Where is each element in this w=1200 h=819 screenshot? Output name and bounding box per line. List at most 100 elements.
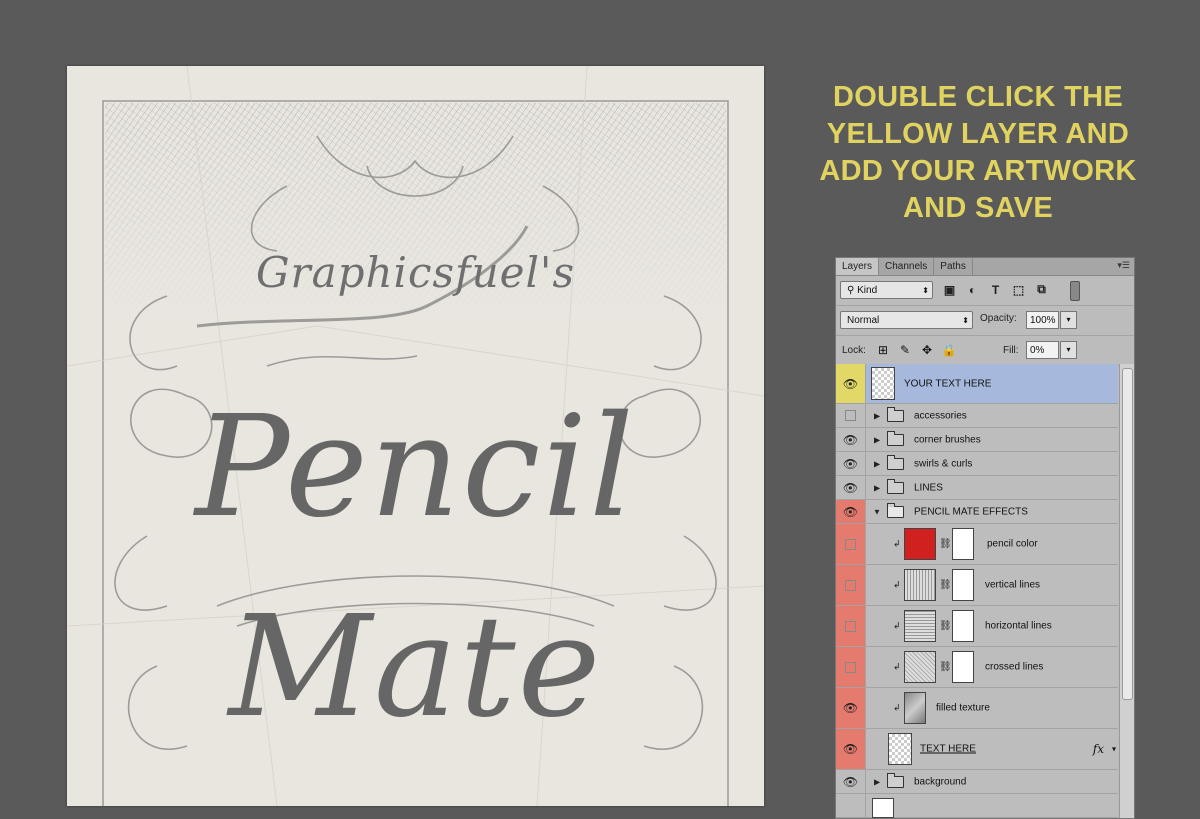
blend-mode-value: Normal — [847, 315, 880, 326]
eye-icon: 👁 — [842, 742, 859, 756]
layer-mask-thumbnail[interactable] — [952, 651, 974, 683]
pixel-filter-icon[interactable]: ▣ — [943, 283, 956, 297]
poster-canvas: Graphicsfuel's Pencil Mate — [67, 66, 764, 806]
hidden-box-icon — [845, 579, 856, 591]
expand-caret-icon[interactable]: ▶ — [874, 435, 880, 444]
layer-visibility-toggle[interactable]: 👁 — [836, 364, 866, 403]
texture-thumbnail[interactable] — [904, 692, 926, 724]
layer-your-text-here[interactable]: 👁 YOUR TEXT HERE — [836, 364, 1118, 404]
lock-brush-icon[interactable]: ✎ — [898, 343, 912, 357]
layer-pencil-color[interactable]: ↲ ⛓ pencil color — [836, 524, 1118, 565]
pattern-thumbnail[interactable] — [904, 569, 936, 601]
search-icon: ⚲ — [847, 285, 858, 296]
layer-visibility-toggle[interactable]: 👁 — [836, 452, 866, 475]
layer-mask-thumbnail[interactable] — [952, 610, 974, 642]
layer-visibility-toggle[interactable]: 👁 — [836, 770, 866, 793]
folder-icon — [887, 478, 904, 494]
fill-color-thumbnail[interactable] — [904, 528, 936, 560]
expand-caret-icon[interactable]: ▶ — [874, 411, 880, 420]
opacity-dropdown-icon[interactable]: ▾ — [1060, 311, 1077, 329]
layer-crossed-lines[interactable]: ↲ ⛓ crossed lines — [836, 647, 1118, 688]
filter-kind-select[interactable]: ⚲ Kind ⬍ — [840, 281, 933, 299]
smart-object-thumbnail — [871, 367, 895, 400]
layer-visibility-toggle[interactable] — [836, 565, 866, 605]
layer-accessories[interactable]: ▶ accessories — [836, 404, 1118, 428]
layer-visibility-toggle[interactable]: 👁 — [836, 688, 866, 728]
link-chain-icon[interactable]: ⛓ — [939, 662, 952, 673]
opacity-input[interactable]: 100% — [1026, 311, 1059, 329]
layer-visibility-toggle[interactable] — [836, 404, 866, 427]
lock-all-icon[interactable]: 🔒 — [942, 343, 957, 357]
type-filter-icon[interactable]: T — [989, 283, 1002, 297]
layer-thumbnail — [872, 798, 894, 818]
blend-mode-select[interactable]: Normal ⬍ — [840, 311, 973, 329]
layer-name: swirls & curls — [914, 458, 973, 469]
collapse-caret-icon[interactable]: ▼ — [873, 507, 881, 516]
eye-icon: 👁 — [842, 480, 859, 495]
layer-visibility-toggle[interactable]: 👁 — [836, 729, 866, 769]
poster-title-line2: Mate — [228, 586, 603, 749]
poster-title-line1: Pencil — [195, 386, 636, 549]
tab-channels[interactable]: Channels — [879, 258, 935, 275]
fx-icon[interactable]: fx — [1093, 742, 1104, 756]
layer-background[interactable]: 👁 ▶ background — [836, 770, 1118, 794]
layers-scrollbar[interactable] — [1119, 364, 1134, 818]
layer-visibility-toggle[interactable] — [836, 606, 866, 646]
lock-icons: ⊞ ✎ ✥ 🔒 — [876, 343, 957, 357]
layer-name: accessories — [914, 410, 967, 421]
shape-filter-icon[interactable]: ⬚ — [1012, 283, 1025, 297]
panel-menu-icon[interactable]: ▾☰ — [1117, 260, 1130, 271]
chevron-down-icon[interactable]: ▾ — [1112, 745, 1116, 754]
lock-row: Lock: ⊞ ✎ ✥ 🔒 Fill: 0% ▾ — [836, 336, 1134, 366]
link-chain-icon[interactable]: ⛓ — [939, 621, 952, 632]
filter-row: ⚲ Kind ⬍ ▣ ◐ T ⬚ ⧉ — [836, 276, 1134, 306]
open-folder-icon — [887, 502, 904, 518]
tab-layers[interactable]: Layers — [836, 258, 880, 275]
layer-name: background — [914, 776, 967, 787]
expand-caret-icon[interactable]: ▶ — [874, 459, 880, 468]
link-chain-icon[interactable]: ⛓ — [939, 539, 952, 550]
layer-text-here[interactable]: 👁 TEXT HERE fx ▾ — [836, 729, 1118, 770]
layer-corner-brushes[interactable]: 👁 ▶ corner brushes — [836, 428, 1118, 452]
link-chain-icon[interactable]: ⛓ — [939, 580, 952, 591]
layer-name: PENCIL MATE EFFECTS — [914, 506, 1028, 517]
smart-object-filter-icon[interactable]: ⧉ — [1035, 282, 1048, 296]
folder-icon — [887, 406, 904, 422]
pattern-thumbnail[interactable] — [904, 610, 936, 642]
fill-input[interactable]: 0% — [1026, 341, 1059, 359]
filter-toggle[interactable] — [1070, 281, 1080, 301]
layer-pencil-mate-effects[interactable]: 👁 ▼ PENCIL MATE EFFECTS — [836, 500, 1118, 524]
layer-visibility-toggle[interactable]: 👁 — [836, 500, 866, 523]
layer-name: pencil color — [987, 538, 1038, 550]
layer-visibility-toggle[interactable] — [836, 647, 866, 687]
layer-horizontal-lines[interactable]: ↲ ⛓ horizontal lines — [836, 606, 1118, 647]
folder-icon — [887, 430, 904, 446]
layer-visibility-toggle[interactable]: 👁 — [836, 476, 866, 499]
layer-name: crossed lines — [985, 661, 1044, 673]
instruction-line: YELLOW LAYER AND — [826, 118, 1130, 150]
lock-transparency-icon[interactable]: ⊞ — [876, 343, 890, 357]
fill-dropdown-icon[interactable]: ▾ — [1060, 341, 1077, 359]
layer-visibility-toggle[interactable]: 👁 — [836, 428, 866, 451]
expand-caret-icon[interactable]: ▶ — [874, 777, 880, 786]
hidden-box-icon — [845, 620, 856, 632]
layer-mask-thumbnail[interactable] — [952, 528, 974, 560]
scrollbar-thumb[interactable] — [1122, 368, 1133, 700]
hidden-box-icon — [845, 410, 856, 421]
smart-object-thumbnail[interactable] — [888, 733, 912, 765]
pattern-thumbnail[interactable] — [904, 651, 936, 683]
layer-visibility-toggle[interactable] — [836, 794, 866, 817]
layer-visibility-toggle[interactable] — [836, 524, 866, 564]
expand-caret-icon[interactable]: ▶ — [874, 483, 880, 492]
tab-paths[interactable]: Paths — [934, 258, 973, 275]
filter-icons: ▣ ◐ T ⬚ ⧉ — [943, 282, 1048, 297]
layer-filled-texture[interactable]: 👁 ↲ filled texture — [836, 688, 1118, 729]
layer-swirls-curls[interactable]: 👁 ▶ swirls & curls — [836, 452, 1118, 476]
layer-name: YOUR TEXT HERE — [904, 378, 992, 389]
lock-move-icon[interactable]: ✥ — [920, 343, 934, 357]
layer-lines[interactable]: 👁 ▶ LINES — [836, 476, 1118, 500]
layer-partial[interactable] — [836, 794, 1118, 818]
adjustment-filter-icon[interactable]: ◐ — [966, 283, 979, 297]
layer-vertical-lines[interactable]: ↲ ⛓ vertical lines — [836, 565, 1118, 606]
layer-mask-thumbnail[interactable] — [952, 569, 974, 601]
